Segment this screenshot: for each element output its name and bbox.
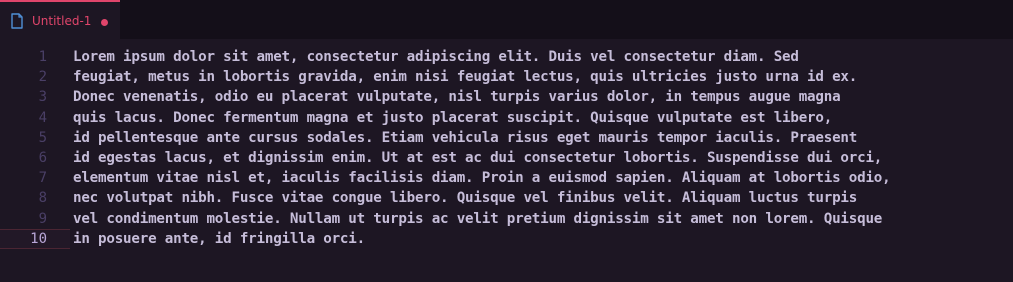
line-number: 4 xyxy=(38,109,47,126)
line-number: 2 xyxy=(38,69,47,86)
tab-bar: Untitled-1 xyxy=(0,0,1013,39)
code-line-active[interactable]: in posuere ante, id fringilla orci. xyxy=(73,229,1008,249)
unsaved-changes-dot-icon[interactable] xyxy=(101,19,108,26)
line-number: 7 xyxy=(38,170,47,187)
code-line[interactable]: nec volutpat nibh. Fusce vitae congue li… xyxy=(73,188,1008,208)
tab-title: Untitled-1 xyxy=(32,14,92,28)
code-area[interactable]: Lorem ipsum dolor sit amet, consectetur … xyxy=(73,47,1008,249)
tab-untitled-1[interactable]: Untitled-1 xyxy=(0,0,120,39)
code-line[interactable]: elementum vitae nisl et, iaculis facilis… xyxy=(73,168,1008,188)
line-number: 6 xyxy=(38,149,47,166)
code-line[interactable]: vel condimentum molestie. Nullam ut turp… xyxy=(73,209,1008,229)
line-number: 3 xyxy=(38,89,47,106)
code-line[interactable]: id pellentesque ante cursus sodales. Eti… xyxy=(73,128,1008,148)
line-number: 5 xyxy=(38,129,47,146)
line-number: 8 xyxy=(38,190,47,207)
line-number-active: 10 xyxy=(30,230,47,247)
editor[interactable]: 1 2 3 4 5 6 7 8 9 10 Lorem ipsum dolor s… xyxy=(0,47,1013,282)
code-line[interactable]: quis lacus. Donec fermentum magna et jus… xyxy=(73,108,1008,128)
code-line[interactable]: id egestas lacus, et dignissim enim. Ut … xyxy=(73,148,1008,168)
code-line[interactable]: feugiat, metus in lobortis gravida, enim… xyxy=(73,67,1008,87)
line-number: 9 xyxy=(38,210,47,227)
line-number-gutter: 1 2 3 4 5 6 7 8 9 10 xyxy=(0,47,58,249)
code-line[interactable]: Donec venenatis, odio eu placerat vulput… xyxy=(73,87,1008,107)
code-line[interactable]: Lorem ipsum dolor sit amet, consectetur … xyxy=(73,47,1008,67)
line-number: 1 xyxy=(38,49,47,65)
file-icon xyxy=(11,13,23,29)
